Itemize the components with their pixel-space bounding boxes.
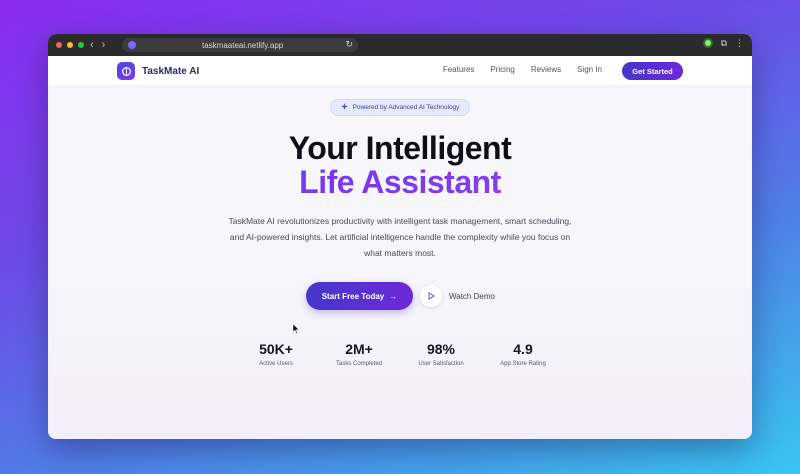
stat-value: 4.9 (513, 341, 533, 357)
browser-titlebar: ‹ › taskmaateai.netlify.app ↻ ⧉ ⋮ (48, 34, 752, 56)
nav-links: Features Pricing Reviews Sign In (443, 65, 602, 74)
window-controls (56, 42, 84, 48)
close-window-button[interactable] (56, 42, 62, 48)
maximize-window-button[interactable] (78, 42, 84, 48)
site-navbar: TaskMate AI Features Pricing Reviews Sig… (48, 56, 752, 86)
stat-label: Active Users (259, 361, 293, 367)
browser-nav-arrows: ‹ › (90, 38, 105, 52)
stat-active-users: 50K+ Active Users (236, 341, 316, 367)
ai-badge-text: Powered by Advanced AI Technology (352, 104, 460, 111)
puzzle-icon[interactable]: ⧉ (721, 38, 727, 48)
nav-link-features[interactable]: Features (443, 65, 475, 74)
hero-headline-line2: Life Assistant (48, 164, 752, 201)
stat-user-satisfaction: 98% User Satisfaction (401, 341, 481, 367)
extension-green-icon[interactable] (702, 38, 713, 48)
url-text: taskmaateai.netlify.app (202, 40, 284, 50)
stat-label: Tasks Completed (335, 361, 383, 367)
stat-label: User Satisfaction (418, 361, 464, 367)
webpage: TaskMate AI Features Pricing Reviews Sig… (48, 56, 752, 439)
brand-name: TaskMate AI (142, 65, 200, 77)
get-started-button[interactable]: Get Started (622, 62, 683, 80)
stat-value: 98% (426, 341, 456, 357)
play-icon (420, 285, 442, 307)
nav-link-pricing[interactable]: Pricing (490, 65, 514, 74)
start-free-button[interactable]: Start Free Today → (306, 282, 413, 310)
stat-value: 50K+ (259, 341, 293, 357)
nav-link-sign-in[interactable]: Sign In (577, 65, 602, 74)
hero-headline-line1: Your Intelligent (288, 130, 512, 166)
hero-description: TaskMate AI revolutionizes productivity … (228, 216, 572, 258)
ai-badge: Powered by Advanced AI Technology (330, 99, 470, 116)
stat-app-store-rating: 4.9 App Store Rating (483, 341, 563, 367)
site-favicon-icon (128, 41, 136, 49)
stat-tasks-completed: 2M+ Tasks Completed (319, 341, 399, 367)
address-bar[interactable]: taskmaateai.netlify.app ↻ (122, 38, 358, 52)
brand-logo[interactable]: TaskMate AI (117, 62, 199, 80)
browser-toolbar-icons: ⧉ ⋮ (702, 38, 744, 48)
nav-link-reviews[interactable]: Reviews (531, 65, 561, 74)
brain-icon (117, 62, 135, 80)
browser-window: ‹ › taskmaateai.netlify.app ↻ ⧉ ⋮ TaskMa… (48, 34, 752, 439)
start-free-label: Start Free Today (321, 291, 385, 301)
watch-demo-label: Watch Demo (449, 291, 495, 301)
watch-demo-button[interactable]: Watch Demo (420, 284, 495, 308)
reload-icon[interactable]: ↻ (345, 39, 353, 50)
stat-value: 2M+ (345, 341, 373, 357)
arrow-right-icon: → (389, 291, 398, 301)
forward-arrow-icon[interactable]: › (102, 38, 106, 52)
minimize-window-button[interactable] (67, 42, 73, 48)
sparkle-icon (340, 103, 348, 112)
back-arrow-icon[interactable]: ‹ (90, 38, 94, 52)
mouse-cursor-icon (292, 323, 300, 336)
stat-label: App Store Rating (500, 361, 546, 367)
more-icon[interactable]: ⋮ (735, 38, 744, 48)
